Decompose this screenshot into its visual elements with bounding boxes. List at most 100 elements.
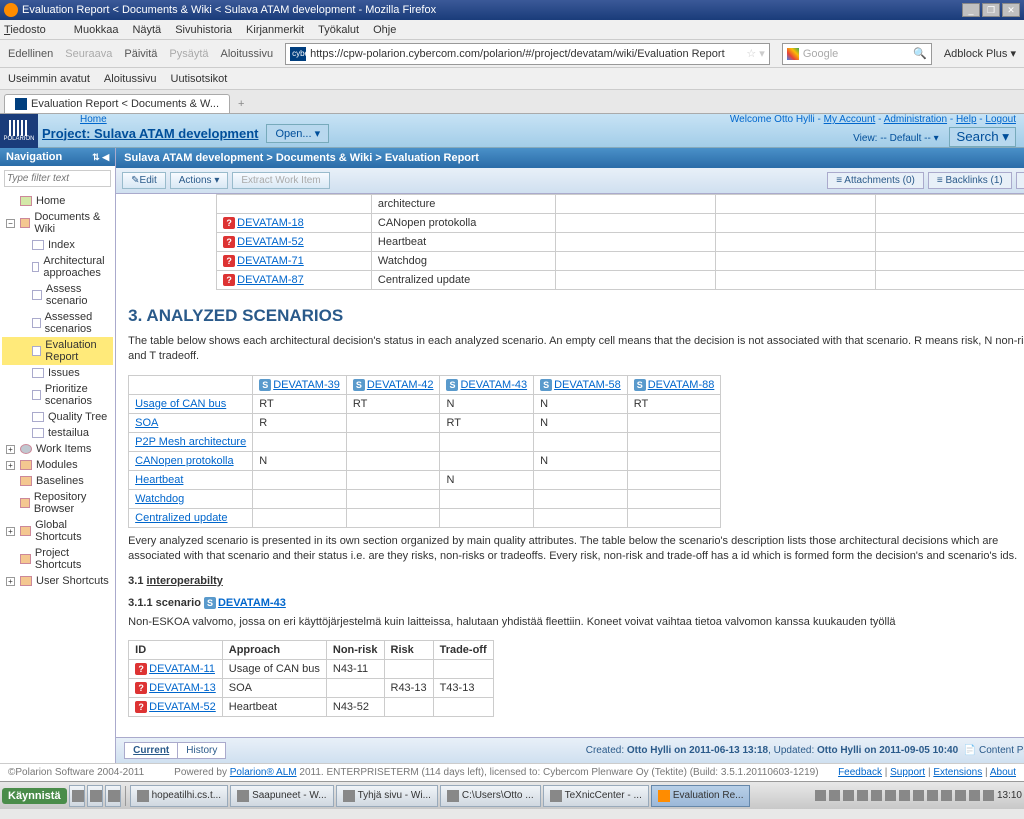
content-page-link[interactable]: 📄 Content Page	[964, 745, 1024, 756]
workitem-link[interactable]: DEVATAM-52	[149, 701, 216, 713]
polarion-logo[interactable]: POLARION	[0, 114, 38, 148]
about-link[interactable]: About	[990, 767, 1016, 778]
close-button[interactable]: ✕	[1002, 3, 1020, 17]
task-button[interactable]: TeXnicCenter - ...	[543, 785, 649, 807]
search-button[interactable]: Search ▾	[949, 127, 1016, 147]
expand-icon[interactable]: +	[6, 461, 15, 470]
nav-home[interactable]: Home	[2, 193, 113, 209]
expand-icon[interactable]: +	[6, 577, 15, 586]
administration-link[interactable]: Administration	[884, 114, 947, 125]
support-link[interactable]: Support	[890, 767, 925, 778]
nav-assess-scenario[interactable]: Assess scenario	[2, 281, 113, 309]
nav-user-shortcuts[interactable]: +User Shortcuts	[2, 573, 113, 589]
search-box[interactable]: Google 🔍	[782, 43, 932, 65]
workitem-link[interactable]: DEVATAM-52	[237, 236, 304, 248]
nav-modules[interactable]: +Modules	[2, 457, 113, 473]
nav-evaluation-report[interactable]: Evaluation Report	[2, 337, 113, 365]
adblock-button[interactable]: Adblock Plus ▾	[944, 47, 1016, 60]
menu-file[interactable]: Tiedosto	[4, 24, 60, 36]
quick-launch[interactable]	[69, 785, 85, 807]
extensions-link[interactable]: Extensions	[933, 767, 982, 778]
nav-global-shortcuts[interactable]: +Global Shortcuts	[2, 517, 113, 545]
scenario-link[interactable]: DEVATAM-39	[273, 379, 340, 391]
bookmark-home[interactable]: Aloitussivu	[104, 73, 157, 85]
nav-baselines[interactable]: Baselines	[2, 473, 113, 489]
open-project-button[interactable]: Open... ▾	[266, 124, 329, 143]
workitem-link[interactable]: DEVATAM-11	[149, 663, 215, 675]
scenario-link[interactable]: DEVATAM-42	[367, 379, 434, 391]
document-scroll[interactable]: architecture ?DEVATAM-18CANopen protokol…	[116, 194, 1024, 737]
bookmark-star-icon[interactable]: ☆ ▾	[746, 47, 764, 60]
nav-collapse-icon[interactable]: ⇅ ◀	[92, 152, 109, 163]
menu-bookmarks[interactable]: Kirjanmerkit	[246, 24, 304, 36]
project-title[interactable]: Project: Sulava ATAM development	[42, 126, 258, 141]
backlinks-pill[interactable]: ≡ Backlinks (1)	[928, 172, 1012, 189]
nav-testailua[interactable]: testailua	[2, 425, 113, 441]
tab-history[interactable]: History	[177, 742, 226, 759]
nav-project-shortcuts[interactable]: Project Shortcuts	[2, 545, 113, 573]
clock[interactable]: 13:10	[997, 790, 1022, 801]
nav-prioritize[interactable]: Prioritize scenarios	[2, 381, 113, 409]
menu-tools[interactable]: Työkalut	[318, 24, 359, 36]
search-go-icon[interactable]: 🔍	[913, 47, 927, 60]
polarion-link[interactable]: Polarion® ALM	[230, 767, 297, 778]
bookmark-news[interactable]: Uutisotsikot	[171, 73, 228, 85]
matrix-row: Centralized update	[129, 508, 721, 527]
feedback-link[interactable]: Feedback	[838, 767, 882, 778]
url-bar[interactable]: cybercom.com https://cpw-polarion.cyberc…	[285, 43, 770, 65]
nav-quality-tree[interactable]: Quality Tree	[2, 409, 113, 425]
new-tab-button[interactable]: +	[230, 95, 252, 113]
workitem-link[interactable]: DEVATAM-87	[237, 274, 304, 286]
reload-button[interactable]: Päivitä	[124, 48, 157, 60]
nav-work-items[interactable]: +Work Items	[2, 441, 113, 457]
nav-filter-input[interactable]	[4, 170, 111, 187]
workitem-link[interactable]: DEVATAM-71	[237, 255, 304, 267]
help-link[interactable]: Help	[956, 114, 977, 125]
minimize-button[interactable]: _	[962, 3, 980, 17]
maximize-button[interactable]: ❐	[982, 3, 1000, 17]
menu-edit[interactable]: Muokkaa	[74, 24, 119, 36]
browser-tab[interactable]: Evaluation Report < Documents & W...	[4, 94, 230, 113]
scenario-link[interactable]: DEVATAM-58	[554, 379, 621, 391]
browser-toolbar: Edellinen Seuraava Päivitä Pysäytä Aloit…	[0, 40, 1024, 68]
my-account-link[interactable]: My Account	[824, 114, 876, 125]
home-button[interactable]: Aloitussivu	[221, 48, 274, 60]
actions-menu[interactable]: Actions ▾	[170, 172, 229, 189]
start-button[interactable]: Käynnistä	[2, 788, 67, 804]
nav-assessed-scenarios[interactable]: Assessed scenarios	[2, 309, 113, 337]
nav-docs-wiki[interactable]: −Documents & Wiki	[2, 209, 113, 237]
back-button[interactable]: Edellinen	[8, 48, 53, 60]
task-button[interactable]: Saapuneet - W...	[230, 785, 334, 807]
task-button-active[interactable]: Evaluation Re...	[651, 785, 751, 807]
menu-help[interactable]: Ohje	[373, 24, 396, 36]
collapse-icon[interactable]: −	[6, 219, 15, 228]
expand-icon[interactable]: +	[6, 527, 15, 536]
logout-link[interactable]: Logout	[985, 114, 1016, 125]
tab-current[interactable]: Current	[124, 742, 178, 759]
view-selector[interactable]: View: -- Default -- ▾	[853, 133, 938, 144]
menu-history[interactable]: Sivuhistoria	[175, 24, 232, 36]
system-tray[interactable]: 13:10	[815, 790, 1022, 801]
edit-button[interactable]: ✎Edit	[122, 172, 166, 189]
task-button[interactable]: Tyhjä sivu - Wi...	[336, 785, 438, 807]
task-button[interactable]: hopeatilhi.cs.t...	[130, 785, 228, 807]
scenario-link[interactable]: DEVATAM-43	[460, 379, 527, 391]
task-button[interactable]: C:\Users\Otto ...	[440, 785, 541, 807]
refresh-icon[interactable]: ⟳	[1016, 172, 1024, 189]
scenario-link[interactable]: DEVATAM-43	[218, 597, 286, 609]
nav-repo-browser[interactable]: Repository Browser	[2, 489, 113, 517]
menu-view[interactable]: Näytä	[132, 24, 161, 36]
scenario-link[interactable]: DEVATAM-88	[648, 379, 715, 391]
nav-index[interactable]: Index	[2, 237, 113, 253]
attachments-pill[interactable]: ≡ Attachments (0)	[827, 172, 924, 189]
quick-launch[interactable]	[105, 785, 121, 807]
nav-arch-approaches[interactable]: Architectural approaches	[2, 253, 113, 281]
bookmark-frequent[interactable]: Useimmin avatut	[8, 73, 90, 85]
baseline-icon	[20, 476, 32, 486]
workitem-link[interactable]: DEVATAM-13	[149, 682, 216, 694]
workitem-link[interactable]: DEVATAM-18	[237, 217, 304, 229]
expand-icon[interactable]: +	[6, 445, 15, 454]
quick-launch[interactable]	[87, 785, 103, 807]
home-link[interactable]: Home	[80, 114, 107, 125]
nav-issues[interactable]: Issues	[2, 365, 113, 381]
